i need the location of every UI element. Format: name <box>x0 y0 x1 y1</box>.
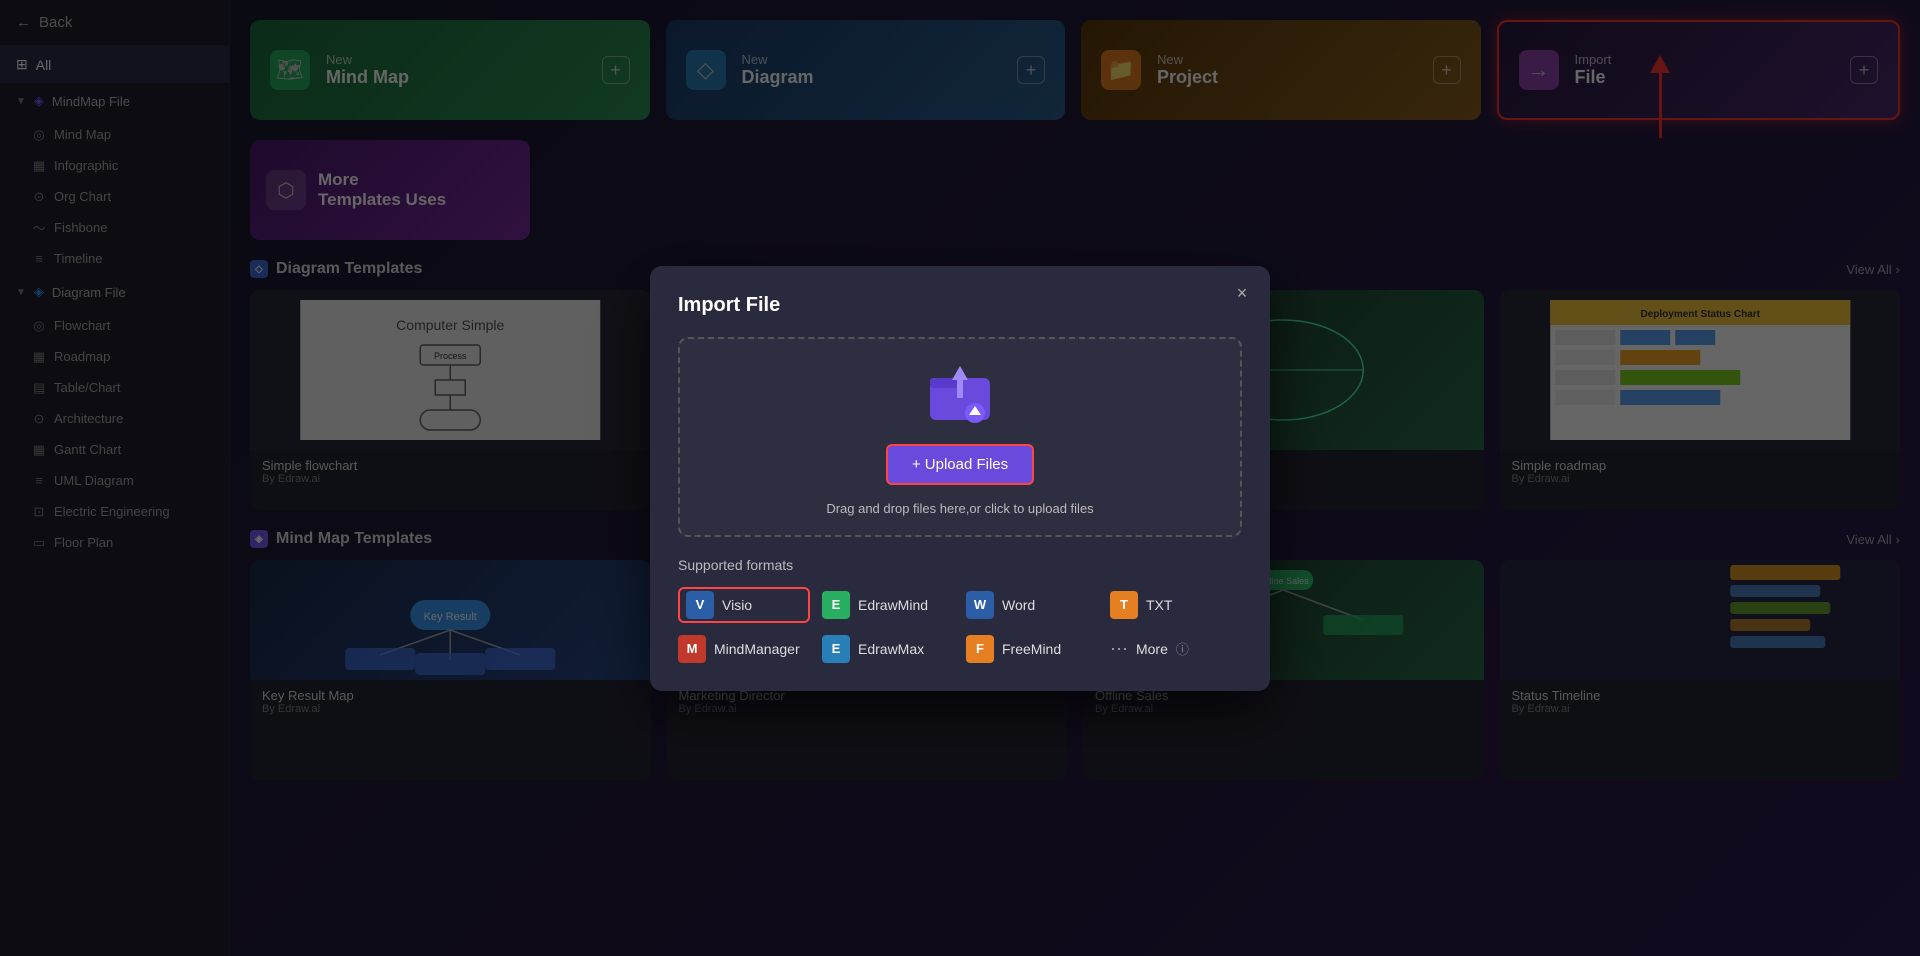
more-info-icon: ⓘ <box>1176 639 1189 658</box>
format-edrawmax[interactable]: E EdrawMax <box>822 635 954 663</box>
more-icon: ··· <box>1110 638 1128 659</box>
mindmanager-label: MindManager <box>714 641 800 657</box>
upload-icon <box>925 358 995 428</box>
format-txt[interactable]: T TXT <box>1110 587 1242 623</box>
mindmanager-icon: M <box>678 635 706 663</box>
format-visio[interactable]: V Visio <box>678 587 810 623</box>
upload-hint-text: Drag and drop files here,or click to upl… <box>826 501 1093 516</box>
txt-label: TXT <box>1146 597 1172 613</box>
format-word[interactable]: W Word <box>966 587 1098 623</box>
modal-backdrop[interactable]: Import File × + Upload Files Drag and dr… <box>0 0 1920 956</box>
word-label: Word <box>1002 597 1035 613</box>
txt-icon: T <box>1110 591 1138 619</box>
format-mindmanager[interactable]: M MindManager <box>678 635 810 663</box>
format-more[interactable]: ··· More ⓘ <box>1110 635 1242 663</box>
visio-icon: V <box>686 591 714 619</box>
supported-formats-label: Supported formats <box>678 557 1242 573</box>
format-edrawmind[interactable]: E EdrawMind <box>822 587 954 623</box>
more-label: More <box>1136 641 1168 657</box>
modal-close-button[interactable]: × <box>1230 282 1254 306</box>
visio-label: Visio <box>722 597 752 613</box>
freemind-label: FreeMind <box>1002 641 1061 657</box>
edrawmind-label: EdrawMind <box>858 597 928 613</box>
import-file-modal: Import File × + Upload Files Drag and dr… <box>650 266 1270 691</box>
edrawmax-icon: E <box>822 635 850 663</box>
formats-grid: V Visio E EdrawMind W Word T TXT M MindM… <box>678 587 1242 663</box>
edrawmind-icon: E <box>822 591 850 619</box>
format-freemind[interactable]: F FreeMind <box>966 635 1098 663</box>
upload-files-button[interactable]: + Upload Files <box>886 444 1034 485</box>
modal-title: Import File <box>678 294 1242 317</box>
edrawmax-label: EdrawMax <box>858 641 924 657</box>
freemind-icon: F <box>966 635 994 663</box>
word-icon: W <box>966 591 994 619</box>
upload-drop-area[interactable]: + Upload Files Drag and drop files here,… <box>678 337 1242 537</box>
